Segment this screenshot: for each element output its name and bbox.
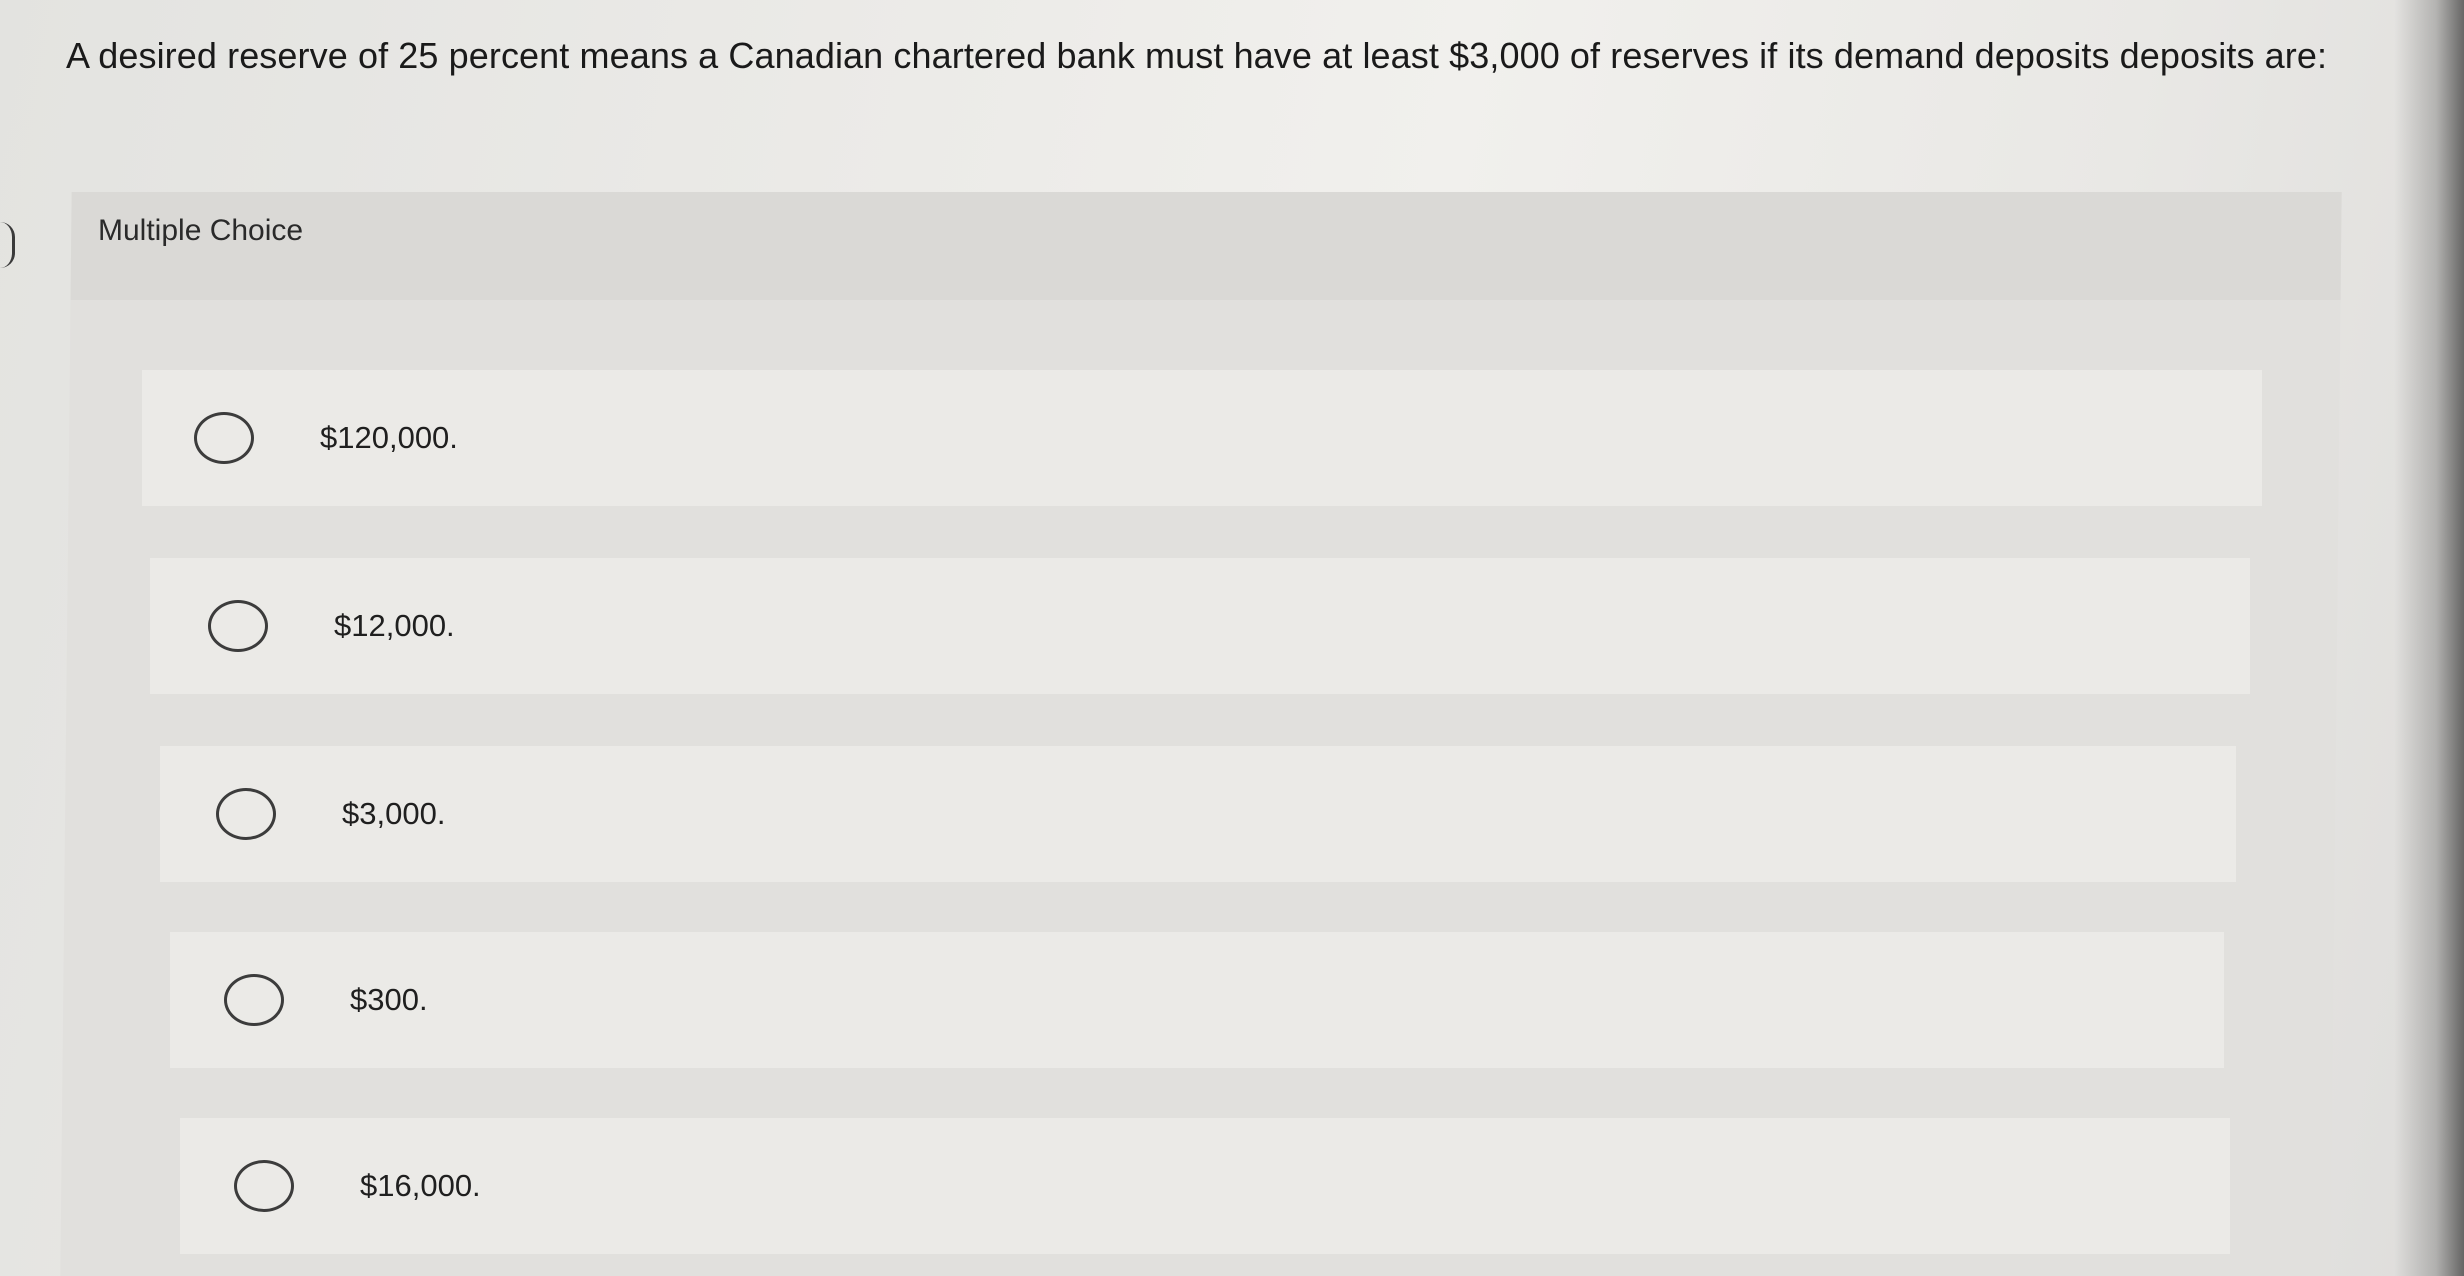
choice-option-1[interactable]: $120,000.	[142, 370, 2262, 506]
choice-option-4[interactable]: $300.	[170, 932, 2224, 1068]
radio-button-icon[interactable]	[216, 788, 276, 840]
radio-button-icon[interactable]	[208, 600, 268, 652]
panel-header	[70, 192, 2342, 300]
choice-label: $3,000.	[342, 796, 446, 831]
choice-option-2[interactable]: $12,000.	[150, 558, 2250, 694]
choice-label: $12,000.	[334, 608, 455, 643]
choice-label: $120,000.	[320, 420, 458, 455]
multiple-choice-panel	[60, 192, 2342, 1276]
screen-edge	[0, 222, 15, 268]
choice-label: $16,000.	[360, 1168, 481, 1203]
choice-option-3[interactable]: $3,000.	[160, 746, 2236, 882]
choice-option-5[interactable]: $16,000.	[180, 1118, 2230, 1254]
screen-edge-shadow	[2394, 0, 2464, 1276]
question-type-label: Multiple Choice	[98, 214, 304, 247]
radio-button-icon[interactable]	[234, 1160, 294, 1212]
choice-label: $300.	[350, 982, 428, 1017]
question-text: A desired reserve of 25 percent means a …	[66, 35, 2328, 76]
radio-button-icon[interactable]	[224, 974, 284, 1026]
radio-button-icon[interactable]	[194, 412, 254, 464]
